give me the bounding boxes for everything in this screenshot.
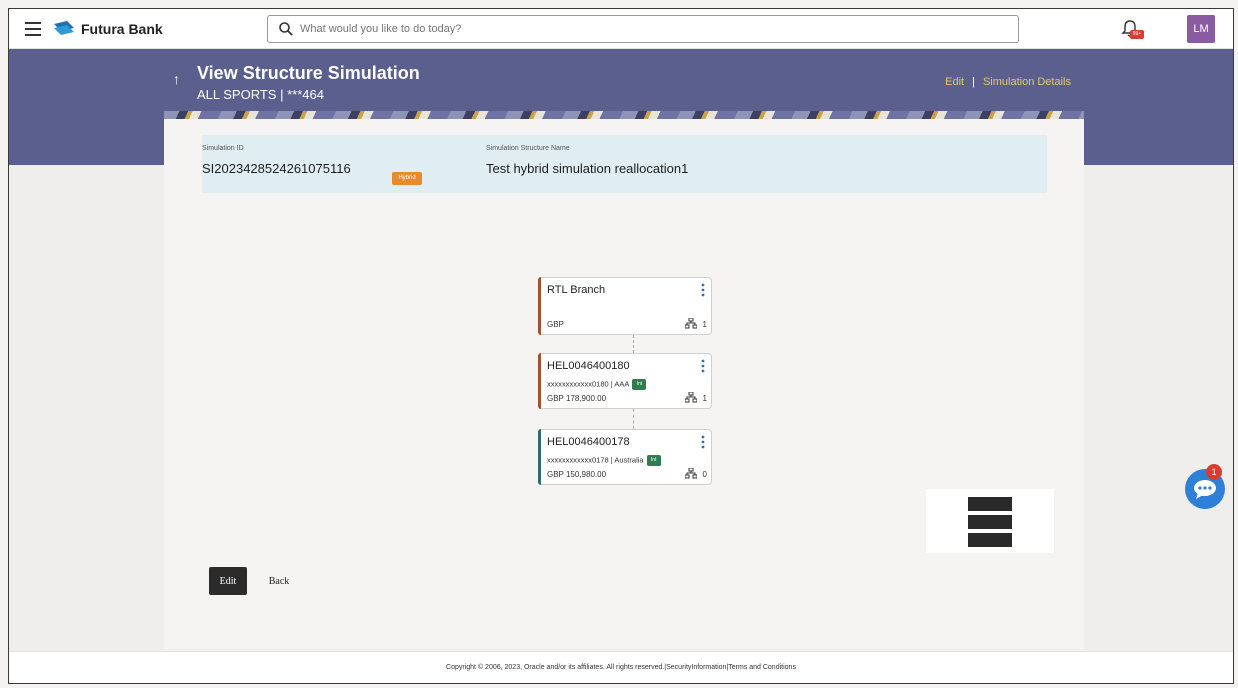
minimap-block bbox=[968, 497, 1012, 511]
node-name: RTL Branch bbox=[547, 284, 606, 296]
hierarchy-icon bbox=[685, 468, 697, 479]
int-badge: Int bbox=[632, 379, 647, 390]
node-account-meta: xxxxxxxxxxxx0180 | AAA Int bbox=[547, 379, 647, 390]
search-input[interactable] bbox=[300, 19, 1000, 39]
hierarchy-icon bbox=[685, 392, 697, 403]
node-name: HEL0046400180 bbox=[547, 360, 630, 372]
page-subtitle: ALL SPORTS | ***464 bbox=[197, 87, 324, 102]
simulation-info-box: Simulation ID SI2023428524261075116 Hybr… bbox=[202, 135, 1047, 193]
tree-node-rtl-branch[interactable]: RTL Branch GBP 1 bbox=[538, 277, 712, 335]
footer: Copyright © 2006, 2023, Oracle and/or it… bbox=[9, 651, 1233, 683]
kebab-menu-icon[interactable] bbox=[701, 359, 705, 373]
user-avatar[interactable]: LM bbox=[1187, 15, 1215, 43]
node-accent-bar bbox=[538, 277, 541, 335]
banner-edit-link[interactable]: Edit bbox=[945, 76, 964, 88]
simulation-id-value: SI2023428524261075116 bbox=[202, 161, 351, 176]
tree-connector bbox=[633, 335, 634, 353]
kebab-menu-icon[interactable] bbox=[701, 435, 705, 449]
futura-bank-logo bbox=[54, 21, 74, 35]
notification-count-badge: 99+ bbox=[1130, 30, 1144, 39]
node-account-meta: xxxxxxxxxxxx0178 | Australia Int bbox=[547, 455, 661, 466]
node-accent-bar bbox=[538, 429, 541, 485]
banner-links: Edit | Simulation Details bbox=[945, 76, 1071, 88]
node-amount: GBP 150,980.00 bbox=[547, 470, 607, 479]
brand-name: Futura Bank bbox=[81, 21, 163, 37]
back-arrow-icon[interactable]: ↑ bbox=[173, 71, 180, 87]
node-amount: GBP bbox=[547, 320, 564, 329]
main-panel: Simulation ID SI2023428524261075116 Hybr… bbox=[164, 119, 1084, 649]
structure-name-label: Simulation Structure Name bbox=[486, 145, 570, 152]
kebab-menu-icon[interactable] bbox=[701, 283, 705, 297]
simulation-id-label: Simulation ID bbox=[202, 145, 244, 152]
node-amount: GBP 178,900.00 bbox=[547, 394, 607, 403]
top-bar: Futura Bank 99+ LM bbox=[9, 9, 1233, 49]
minimap-block bbox=[968, 515, 1012, 529]
node-name: HEL0046400178 bbox=[547, 436, 630, 448]
int-badge: Int bbox=[646, 455, 661, 466]
minimap-thumbnail[interactable] bbox=[926, 489, 1054, 553]
children-count: 1 bbox=[702, 320, 707, 329]
edit-button[interactable]: Edit bbox=[209, 567, 247, 595]
minimap-block bbox=[968, 533, 1012, 547]
chat-notification-badge: 1 bbox=[1206, 464, 1222, 480]
tree-connector bbox=[633, 409, 634, 429]
simulation-details-link[interactable]: Simulation Details bbox=[983, 76, 1071, 88]
children-count: 0 bbox=[702, 470, 707, 479]
node-meta-text: xxxxxxxxxxxx0180 | AAA bbox=[547, 379, 630, 389]
banner-link-separator: | bbox=[972, 76, 975, 88]
node-meta-text: xxxxxxxxxxxx0178 | Australia bbox=[547, 455, 644, 465]
back-button[interactable]: Back bbox=[260, 567, 298, 595]
search-bar[interactable] bbox=[267, 15, 1019, 43]
structure-name-value: Test hybrid simulation reallocation1 bbox=[486, 161, 689, 176]
app-window: Futura Bank 99+ LM ↑ View Structure Simu… bbox=[8, 8, 1234, 684]
node-accent-bar bbox=[538, 353, 541, 409]
menu-icon[interactable] bbox=[25, 22, 41, 36]
tree-node-hel0046400180[interactable]: HEL0046400180 xxxxxxxxxxxx0180 | AAA Int … bbox=[538, 353, 712, 409]
hybrid-badge: Hybrid bbox=[392, 172, 422, 185]
page-title: View Structure Simulation bbox=[197, 63, 420, 83]
search-icon bbox=[279, 22, 293, 36]
tree-node-hel0046400178[interactable]: HEL0046400178 xxxxxxxxxxxx0178 | Austral… bbox=[538, 429, 712, 485]
hierarchy-icon bbox=[685, 318, 697, 329]
children-count: 1 bbox=[702, 394, 707, 403]
